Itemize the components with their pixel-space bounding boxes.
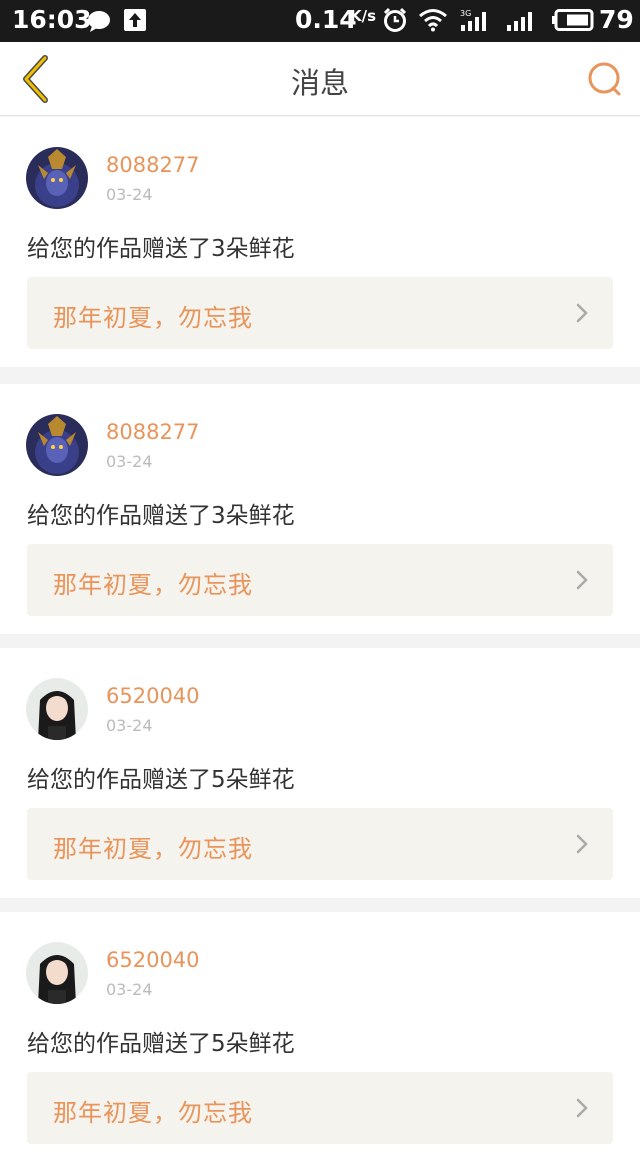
avatar[interactable] (26, 678, 88, 740)
signal-icon (507, 12, 532, 31)
message-card: 8088277 03-24 给您的作品赠送了3朵鲜花 那年初夏，勿忘我 (0, 117, 640, 367)
battery-icon (552, 9, 594, 31)
message-text: 给您的作品赠送了5朵鲜花 (27, 1031, 295, 1057)
username[interactable]: 8088277 (106, 420, 200, 444)
work-title: 那年初夏，勿忘我 (53, 835, 253, 863)
girl-avatar-icon (26, 678, 88, 740)
page-title: 消息 (290, 66, 349, 100)
alarm-icon (383, 7, 407, 32)
work-title: 那年初夏，勿忘我 (53, 1099, 253, 1127)
message-card: 8088277 03-24 给您的作品赠送了3朵鲜花 那年初夏，勿忘我 (0, 384, 640, 634)
battery-level: 79 (599, 5, 634, 34)
username[interactable]: 6520040 (106, 684, 200, 708)
message-date: 03-24 (106, 980, 153, 999)
chevron-right-icon (576, 303, 588, 323)
work-link[interactable]: 那年初夏，勿忘我 (27, 544, 613, 616)
avatar[interactable] (26, 414, 88, 476)
upload-icon (124, 9, 146, 31)
username[interactable]: 6520040 (106, 948, 200, 972)
username[interactable]: 8088277 (106, 153, 200, 177)
status-bar: 16:03 0.14 K/s 3G 79 (0, 0, 640, 42)
girl-avatar-icon (26, 942, 88, 1004)
signal-3g-icon: 3G (460, 9, 486, 31)
work-link[interactable]: 那年初夏，勿忘我 (27, 808, 613, 880)
message-date: 03-24 (106, 452, 153, 471)
work-link[interactable]: 那年初夏，勿忘我 (27, 277, 613, 349)
chat-bubble-icon (88, 11, 110, 32)
svg-text:3G: 3G (460, 9, 471, 18)
message-date: 03-24 (106, 716, 153, 735)
message-card: 6520040 03-24 给您的作品赠送了5朵鲜花 那年初夏，勿忘我 (0, 648, 640, 898)
chevron-right-icon (576, 834, 588, 854)
work-title: 那年初夏，勿忘我 (53, 571, 253, 599)
avatar[interactable] (26, 942, 88, 1004)
message-card: 6520040 03-24 给您的作品赠送了5朵鲜花 那年初夏，勿忘我 (0, 912, 640, 1162)
header-bar: 消息 (0, 42, 640, 116)
search-icon (588, 62, 621, 96)
search-button[interactable] (576, 52, 632, 108)
wifi-icon (419, 9, 447, 32)
work-link[interactable]: 那年初夏，勿忘我 (27, 1072, 613, 1144)
message-text: 给您的作品赠送了5朵鲜花 (27, 767, 295, 793)
message-text: 给您的作品赠送了3朵鲜花 (27, 503, 295, 529)
warrior-avatar-icon (26, 414, 88, 476)
warrior-avatar-icon (26, 147, 88, 209)
chevron-right-icon (576, 1098, 588, 1118)
work-title: 那年初夏，勿忘我 (53, 304, 253, 332)
status-time: 16:03 (12, 5, 92, 34)
network-speed: 0.14 (295, 5, 357, 34)
avatar[interactable] (26, 147, 88, 209)
chevron-right-icon (576, 570, 588, 590)
message-text: 给您的作品赠送了3朵鲜花 (27, 236, 295, 262)
message-date: 03-24 (106, 185, 153, 204)
network-speed-unit: K/s (350, 7, 377, 25)
